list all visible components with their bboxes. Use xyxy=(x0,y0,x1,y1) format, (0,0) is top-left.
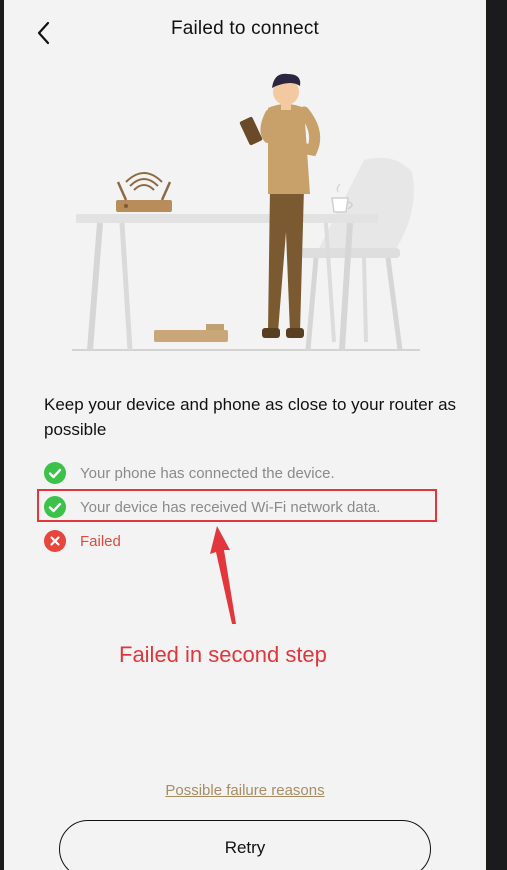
step-failed: Failed xyxy=(44,530,121,552)
screen-edge xyxy=(486,0,507,870)
app-screen: Failed to connect Keep your device and p… xyxy=(4,0,486,870)
retry-button[interactable]: Retry xyxy=(59,820,431,870)
annotation-text: Failed in second step xyxy=(119,642,327,667)
annotation-highlight-box xyxy=(37,489,437,522)
retry-button-label: Retry xyxy=(224,838,266,857)
chair-graphic xyxy=(300,157,414,351)
failure-reasons-link[interactable]: Possible failure reasons xyxy=(4,782,486,799)
page-title: Failed to connect xyxy=(170,18,320,39)
instruction-headline: Keep your device and phone as close to y… xyxy=(44,395,457,439)
step-phone-connected: Your phone has connected the device. xyxy=(44,462,335,484)
annotation-arrow-icon xyxy=(210,526,236,624)
step-label: Your phone has connected the device. xyxy=(80,464,335,482)
x-circle-icon xyxy=(44,530,66,552)
connection-illustration xyxy=(72,73,420,351)
check-circle-icon xyxy=(44,462,66,484)
man-graphic xyxy=(239,73,321,338)
router-graphic xyxy=(116,172,172,212)
step-label: Failed xyxy=(80,532,121,550)
